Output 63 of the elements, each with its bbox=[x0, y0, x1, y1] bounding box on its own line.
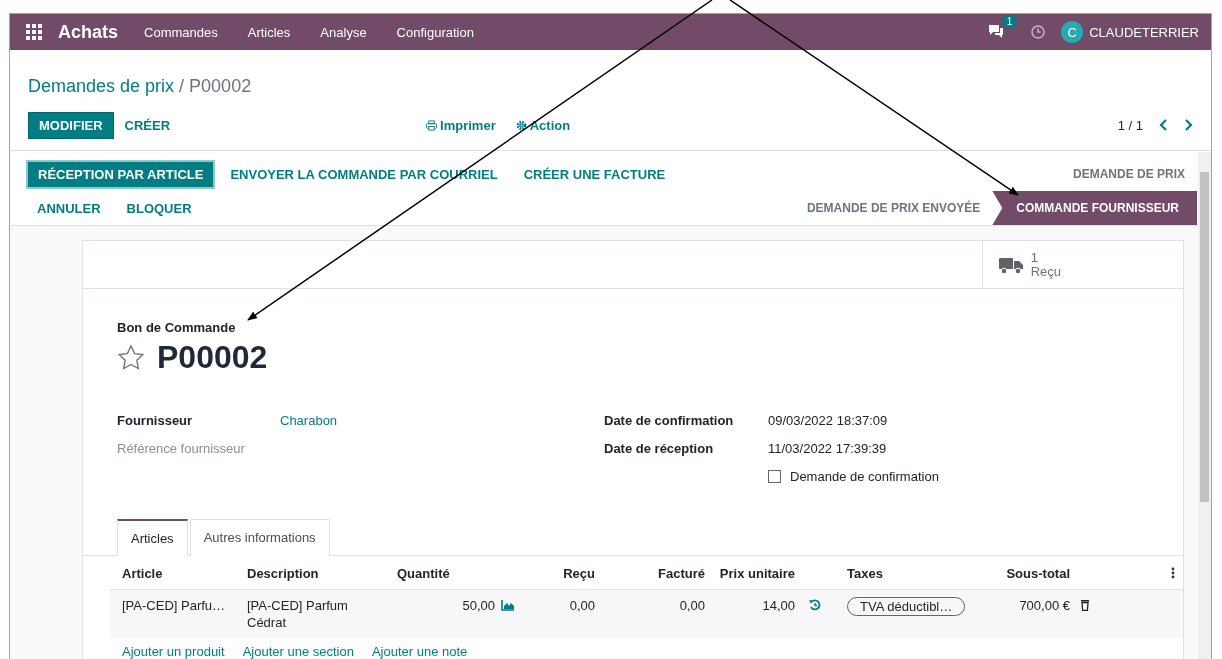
field-label: Référence fournisseur bbox=[117, 441, 246, 456]
menu-item[interactable]: Commandes bbox=[144, 24, 218, 40]
print-icon bbox=[426, 119, 438, 131]
menu-item[interactable]: Analyse bbox=[320, 24, 367, 40]
table-cell: 0,00 bbox=[520, 590, 595, 638]
apps-menu-icon[interactable] bbox=[26, 24, 42, 40]
tab[interactable]: Autres informations bbox=[189, 519, 330, 556]
action-button[interactable]: CRÉER UNE FACTURE bbox=[512, 160, 677, 188]
print-button[interactable]: Imprimer bbox=[426, 117, 496, 133]
action-button[interactable]: ANNULER bbox=[26, 194, 112, 222]
user-name[interactable]: CLAUDETERRIER bbox=[1089, 24, 1199, 40]
table-cell: 50,00 bbox=[385, 590, 495, 638]
scrollbar[interactable] bbox=[1198, 152, 1211, 659]
more-options-icon[interactable] bbox=[1171, 566, 1175, 579]
table-cell: [PA-CED] Parfum Cédrat bbox=[235, 590, 385, 638]
form-subtitle: Bon de Commande bbox=[117, 320, 237, 335]
trash-icon[interactable] bbox=[1078, 599, 1092, 611]
action-button[interactable]: Action bbox=[515, 117, 571, 133]
truck-icon bbox=[998, 255, 1023, 274]
table-cell: 0,00 bbox=[595, 590, 705, 638]
gear-icon bbox=[515, 119, 527, 131]
chat-icon[interactable] bbox=[987, 23, 1006, 39]
field-label: Date de confirmation bbox=[604, 413, 735, 428]
action-button[interactable]: RÉCEPTION PAR ARTICLE bbox=[26, 159, 216, 189]
action-button[interactable]: BLOQUER bbox=[115, 194, 203, 222]
table-cell: [PA-CED] Parfu… bbox=[110, 590, 235, 638]
pager-value: 1 / 1 bbox=[1117, 117, 1143, 133]
smart-button-count: 1 bbox=[1030, 250, 1039, 265]
breadcrumb-separator: / bbox=[179, 76, 185, 98]
area-chart-icon[interactable] bbox=[500, 599, 515, 611]
field-value: 11/03/2022 17:39:39 bbox=[768, 441, 888, 456]
smart-button-label: Reçu bbox=[1030, 264, 1061, 279]
clock-icon[interactable] bbox=[1031, 25, 1046, 39]
edit-button[interactable]: MODIFIER bbox=[28, 111, 114, 139]
previous-icon[interactable] bbox=[1159, 119, 1169, 131]
table-cell: 700,00 € bbox=[970, 590, 1070, 638]
history-icon[interactable] bbox=[808, 599, 822, 611]
field-value: 09/03/2022 18:37:09 bbox=[768, 413, 889, 428]
field-link[interactable]: Charabon bbox=[280, 413, 604, 428]
menu-item[interactable]: Articles bbox=[247, 24, 291, 40]
status-stage[interactable]: DEMANDE DE PRIX bbox=[1057, 157, 1197, 191]
star-icon[interactable] bbox=[117, 343, 145, 372]
field-label: Fournisseur bbox=[117, 413, 194, 428]
record-name: P00002 bbox=[157, 339, 268, 376]
checkbox-label: Demande de confirmation bbox=[790, 469, 939, 484]
menu-item[interactable]: Configuration bbox=[396, 24, 474, 40]
add-line-link[interactable]: Ajouter une note bbox=[371, 644, 468, 659]
app-name[interactable]: Achats bbox=[58, 21, 119, 43]
tab[interactable]: Articles bbox=[117, 519, 188, 556]
user-avatar[interactable]: C bbox=[1061, 21, 1084, 43]
next-icon[interactable] bbox=[1183, 119, 1193, 131]
status-stage[interactable]: DEMANDE DE PRIX ENVOYÉE bbox=[790, 191, 993, 225]
checkbox[interactable] bbox=[768, 470, 781, 483]
status-stage[interactable]: COMMANDE FOURNISSEUR bbox=[992, 191, 1197, 225]
breadcrumb-link[interactable]: Demandes de prix bbox=[28, 76, 175, 102]
add-line-link[interactable]: Ajouter une section bbox=[242, 644, 354, 659]
add-line-link[interactable]: Ajouter un produit bbox=[122, 644, 225, 659]
breadcrumb-current: P00002 bbox=[189, 76, 252, 98]
notification-badge: 1 bbox=[1001, 15, 1018, 28]
table-cell: 14,00 bbox=[705, 590, 795, 638]
field-label: Date de réception bbox=[604, 441, 715, 456]
scrollbar-thumb[interactable] bbox=[1200, 172, 1209, 502]
create-button[interactable]: CRÉER bbox=[113, 111, 182, 139]
